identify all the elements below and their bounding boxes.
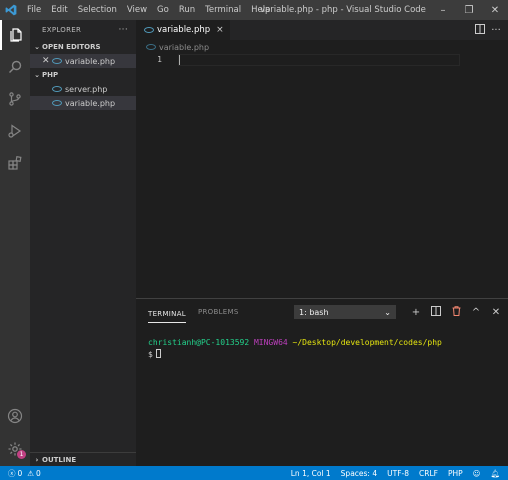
- window-title: variable.php - php - Visual Studio Code: [260, 5, 426, 15]
- more-actions-icon[interactable]: ···: [488, 25, 504, 36]
- status-problems[interactable]: ⓧ 0 ⚠ 0: [0, 468, 41, 479]
- breadcrumb-file: variable.php: [159, 42, 210, 52]
- menu-view[interactable]: View: [122, 0, 152, 20]
- php-file-icon: [52, 58, 62, 64]
- new-terminal-icon[interactable]: +: [406, 307, 426, 318]
- terminal-path: ~/Desktop/development/codes/php: [292, 338, 442, 347]
- more-actions-icon[interactable]: ···: [119, 25, 128, 35]
- vscode-logo-icon: [0, 0, 22, 20]
- panel-actions: + ^ ✕: [406, 299, 506, 325]
- php-file-icon: [144, 27, 154, 33]
- terminal-prompt: $: [148, 350, 153, 359]
- open-editor-item[interactable]: ✕ variable.php: [30, 54, 136, 68]
- restore-button[interactable]: ❐: [456, 0, 482, 20]
- language-mode[interactable]: PHP: [448, 469, 463, 478]
- file-label: server.php: [65, 84, 108, 94]
- current-line-highlight: [178, 54, 460, 66]
- editor-tab-bar: variable.php × ···: [136, 20, 508, 40]
- folder-label: PHP: [42, 71, 59, 79]
- panel-header: TERMINAL PROBLEMS 1: bash ⌄ + ^ ✕: [136, 299, 508, 325]
- search-icon[interactable]: [0, 52, 30, 82]
- menu-run[interactable]: Run: [174, 0, 200, 20]
- terminal-panel: TERMINAL PROBLEMS 1: bash ⌄ + ^ ✕ christ…: [136, 298, 508, 466]
- terminal-output[interactable]: christianh@PC-1013592 MINGW64 ~/Desktop/…: [136, 325, 508, 361]
- open-editors-label: OPEN EDITORS: [42, 43, 101, 51]
- kill-terminal-icon[interactable]: [446, 305, 466, 319]
- close-editor-icon[interactable]: ✕: [42, 56, 52, 66]
- close-tab-icon[interactable]: ×: [216, 25, 224, 35]
- error-icon: ⓧ: [8, 468, 16, 478]
- php-file-icon: [52, 86, 62, 92]
- explorer-icon[interactable]: [0, 20, 30, 50]
- chevron-down-icon: ⌄: [384, 307, 391, 317]
- text-cursor: [179, 55, 180, 65]
- php-file-icon: [52, 100, 62, 106]
- error-count: 0: [17, 468, 23, 478]
- outline-section[interactable]: › OUTLINE: [30, 452, 136, 466]
- menu-bar: File Edit Selection View Go Run Terminal…: [22, 0, 275, 20]
- notifications-bell-icon[interactable]: 🔔︎: [490, 469, 500, 478]
- activity-bar: 1: [0, 20, 30, 466]
- indentation[interactable]: Spaces: 4: [341, 469, 377, 478]
- open-editors-section[interactable]: ⌄ OPEN EDITORS: [30, 40, 136, 54]
- extensions-icon[interactable]: [0, 148, 30, 178]
- file-item-server[interactable]: server.php: [30, 82, 136, 96]
- php-folder-section[interactable]: ⌄ PHP: [30, 68, 136, 82]
- outline-label: OUTLINE: [42, 455, 77, 464]
- settings-badge: 1: [17, 450, 26, 459]
- status-right: Ln 1, Col 1 Spaces: 4 UTF-8 CRLF PHP ☺ 🔔…: [281, 466, 500, 480]
- tab-label: variable.php: [157, 25, 211, 35]
- file-label: variable.php: [65, 98, 116, 108]
- line-number: 1: [157, 55, 162, 64]
- chevron-down-icon: ⌄: [34, 71, 40, 79]
- terminal-user-host: christianh@PC-1013592: [148, 338, 250, 347]
- cursor-position[interactable]: Ln 1, Col 1: [291, 469, 331, 478]
- terminal-line: christianh@PC-1013592 MINGW64 ~/Desktop/…: [148, 337, 508, 349]
- tab-problems[interactable]: PROBLEMS: [198, 299, 239, 325]
- terminal-selector-value: 1: bash: [299, 307, 329, 317]
- explorer-title: EXPLORER: [42, 26, 82, 34]
- editor-actions: ···: [472, 20, 504, 40]
- terminal-line: $: [148, 349, 508, 361]
- line-ending[interactable]: CRLF: [419, 469, 438, 478]
- editor-area: variable.php × ··· variable.php 1: [136, 20, 508, 298]
- maximize-panel-icon[interactable]: ^: [466, 307, 486, 318]
- account-icon[interactable]: [0, 401, 30, 431]
- source-control-icon[interactable]: [0, 84, 30, 114]
- chevron-down-icon: ⌄: [34, 43, 40, 51]
- menu-selection[interactable]: Selection: [73, 0, 122, 20]
- encoding[interactable]: UTF-8: [387, 469, 409, 478]
- explorer-sidebar: EXPLORER ··· ⌄ OPEN EDITORS ✕ variable.p…: [30, 20, 136, 466]
- code-line[interactable]: 1: [136, 54, 508, 66]
- minimize-button[interactable]: –: [430, 0, 456, 20]
- title-bar: File Edit Selection View Go Run Terminal…: [0, 0, 508, 20]
- menu-edit[interactable]: Edit: [46, 0, 72, 20]
- terminal-cursor: [155, 349, 161, 358]
- file-item-variable[interactable]: variable.php: [30, 96, 136, 110]
- warning-count: 0: [36, 468, 41, 478]
- close-window-button[interactable]: ✕: [482, 0, 508, 20]
- open-editor-label: variable.php: [65, 56, 116, 66]
- explorer-header: EXPLORER ···: [30, 20, 136, 40]
- menu-terminal[interactable]: Terminal: [200, 0, 246, 20]
- menu-go[interactable]: Go: [152, 0, 174, 20]
- terminal-selector[interactable]: 1: bash ⌄: [294, 305, 396, 319]
- close-panel-icon[interactable]: ✕: [486, 307, 506, 318]
- feedback-icon[interactable]: ☺: [473, 469, 481, 478]
- editor-tab[interactable]: variable.php ×: [136, 20, 230, 40]
- settings-gear-icon[interactable]: 1: [0, 434, 30, 464]
- status-bar: ⓧ 0 ⚠ 0 Ln 1, Col 1 Spaces: 4 UTF-8 CRLF…: [0, 466, 508, 480]
- terminal-shell: MINGW64: [253, 338, 288, 347]
- split-editor-icon[interactable]: [472, 23, 488, 37]
- tab-terminal[interactable]: TERMINAL: [148, 301, 186, 323]
- window-controls: – ❐ ✕: [430, 0, 508, 20]
- menu-file[interactable]: File: [22, 0, 46, 20]
- breadcrumb[interactable]: variable.php: [136, 40, 508, 54]
- split-terminal-icon[interactable]: [426, 305, 446, 319]
- php-file-icon: [146, 44, 156, 50]
- chevron-right-icon: ›: [35, 455, 39, 464]
- warning-icon: ⚠: [27, 468, 35, 478]
- run-debug-icon[interactable]: [0, 116, 30, 146]
